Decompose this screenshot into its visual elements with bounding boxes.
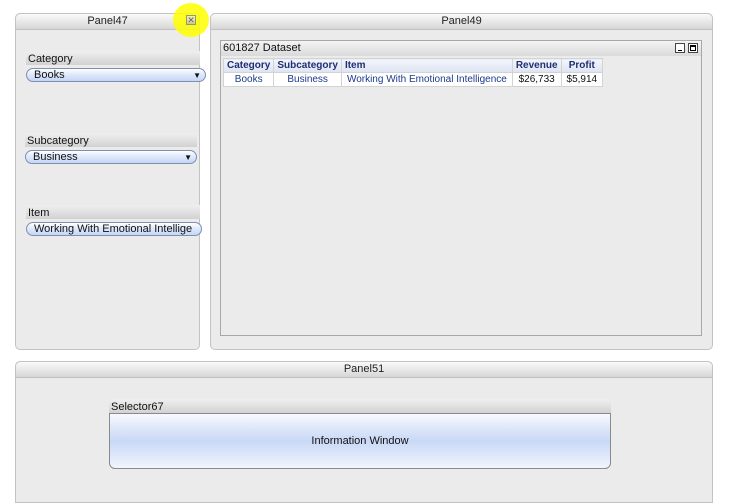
minimize-icon[interactable] — [675, 43, 685, 53]
maximize-icon[interactable] — [688, 43, 698, 53]
panel51-title: Panel51 — [16, 362, 712, 378]
item-dropdown[interactable]: Working With Emotional Intellige — [26, 222, 202, 236]
category-value: Books — [34, 69, 65, 81]
column-header-category[interactable]: Category — [222, 58, 275, 73]
subcategory-label: Subcategory — [25, 133, 197, 147]
dropdown-arrow-icon: ▼ — [184, 153, 192, 162]
dataset-window: 601827 Dataset Category Subcategory Item… — [220, 40, 702, 336]
cell-revenue[interactable]: $26,733 — [511, 72, 562, 87]
category-dropdown[interactable]: Books ▼ — [26, 68, 206, 82]
dataset-grid: Category Subcategory Item Revenue Profit… — [222, 58, 604, 87]
column-header-profit[interactable]: Profit — [560, 58, 604, 73]
column-header-subcategory[interactable]: Subcategory — [273, 58, 342, 73]
information-window-text: Information Window — [311, 435, 409, 447]
selector67-label: Selector67 — [109, 399, 611, 413]
item-value: Working With Emotional Intellige — [34, 223, 193, 235]
category-label: Category — [26, 51, 200, 65]
dataset-title: 601827 Dataset — [221, 41, 701, 56]
cell-item[interactable]: Working With Emotional Intelligence — [340, 72, 513, 87]
column-header-item[interactable]: Item — [340, 58, 513, 73]
cell-profit[interactable]: $5,914 — [560, 72, 604, 87]
cell-category[interactable]: Books — [222, 72, 275, 87]
information-window[interactable]: Information Window — [109, 413, 611, 469]
grid-header-row: Category Subcategory Item Revenue Profit — [222, 58, 604, 73]
close-icon[interactable]: ✕ — [186, 15, 196, 25]
cell-subcategory[interactable]: Business — [273, 72, 342, 87]
panel49-title: Panel49 — [211, 14, 712, 30]
panel47-title: Panel47 — [16, 14, 199, 30]
dropdown-arrow-icon: ▼ — [193, 71, 201, 80]
column-header-revenue[interactable]: Revenue — [511, 58, 562, 73]
table-row[interactable]: Books Business Working With Emotional In… — [222, 72, 604, 87]
subcategory-dropdown[interactable]: Business ▼ — [25, 150, 197, 164]
subcategory-value: Business — [33, 151, 78, 163]
item-label: Item — [26, 205, 200, 219]
